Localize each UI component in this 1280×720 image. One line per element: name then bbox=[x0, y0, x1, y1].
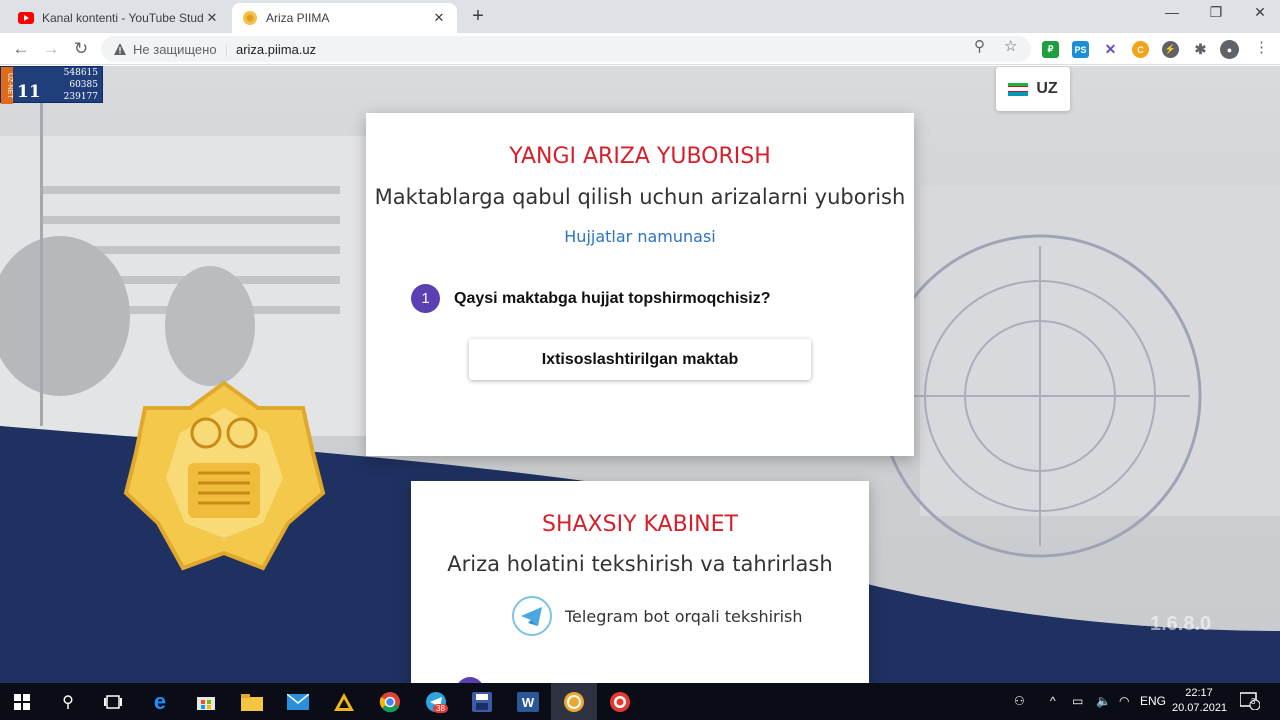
personal-cabinet-card: SHAXSIY KABINET Ariza holatini tekshiris… bbox=[411, 481, 869, 683]
url-separator: | bbox=[224, 41, 228, 57]
minimize-icon[interactable]: — bbox=[1150, 4, 1194, 20]
reload-icon[interactable]: ↻ bbox=[70, 38, 92, 60]
golden-emblem-icon bbox=[123, 380, 326, 571]
menu-dots-icon[interactable]: ⋮ bbox=[1254, 38, 1269, 56]
profile-avatar-icon[interactable]: ● bbox=[1220, 40, 1239, 59]
uzbekistan-flag-icon bbox=[1008, 82, 1029, 96]
bookmark-star-icon[interactable]: ☆ bbox=[1004, 37, 1017, 55]
telegram-icon bbox=[512, 596, 552, 636]
telegram-unread-badge: 38 bbox=[433, 704, 448, 713]
url-text: ariza.piima.uz bbox=[235, 41, 317, 57]
search-icon[interactable]: ⚲ bbox=[54, 688, 82, 716]
crossed-extension-icon[interactable]: ✕ bbox=[1102, 41, 1119, 58]
edge-icon[interactable]: e bbox=[146, 688, 174, 716]
coin-app-icon[interactable] bbox=[560, 688, 588, 716]
application-subheading: Maktablarga qabul qilish uchun arizalarn… bbox=[374, 185, 906, 209]
notification-count: 3 bbox=[1251, 697, 1256, 706]
tab-title: Ariza PIIMA bbox=[266, 11, 330, 25]
notification-center-icon[interactable]: 3 bbox=[1239, 692, 1261, 713]
bolt-extension-icon[interactable]: ⚡ bbox=[1162, 41, 1179, 58]
volume-icon[interactable]: 🔈 bbox=[1096, 694, 1111, 708]
store-icon[interactable] bbox=[192, 688, 220, 716]
record-app-icon[interactable] bbox=[606, 688, 634, 716]
clock-time: 22:17 bbox=[1185, 687, 1213, 699]
cabinet-heading: SHAXSIY KABINET bbox=[542, 512, 738, 537]
close-tab-icon[interactable]: ✕ bbox=[204, 10, 220, 26]
coin-extension-icon[interactable]: C bbox=[1132, 41, 1149, 58]
language-selector[interactable]: UZ bbox=[996, 67, 1070, 111]
tab-youtube-studio[interactable]: Kanal kontenti - YouTube Studio ✕ bbox=[8, 3, 230, 33]
chevron-up-icon[interactable]: ^ bbox=[1050, 694, 1056, 708]
cabinet-subheading: Ariza holatini tekshirish va tahrirlash bbox=[447, 552, 833, 576]
maximize-icon[interactable]: ❐ bbox=[1194, 4, 1238, 21]
counter-value: 239177 bbox=[63, 92, 98, 102]
word-icon[interactable]: W bbox=[514, 688, 542, 716]
security-status: Не защищено bbox=[133, 41, 217, 57]
piima-icon bbox=[242, 10, 258, 26]
new-application-card: YANGI ARIZA YUBORISH Maktablarga qabul q… bbox=[366, 113, 914, 456]
windows-start-icon[interactable] bbox=[8, 688, 36, 716]
file-explorer-icon[interactable] bbox=[238, 688, 266, 716]
task-view-icon[interactable] bbox=[99, 688, 127, 716]
svg-text:W: W bbox=[522, 695, 535, 710]
visitor-counter[interactable]: UZ-NET 11 548615 60385 239177 bbox=[0, 66, 103, 104]
forward-arrow-icon[interactable]: → bbox=[40, 38, 62, 60]
counter-today: 11 bbox=[17, 82, 41, 102]
back-arrow-icon[interactable]: ← bbox=[10, 38, 32, 60]
telegram-bot-link[interactable]: Telegram bot orqali tekshirish bbox=[511, 595, 803, 637]
windows-taskbar: ⚲ e 38 W ⚇ ^ ▭ 🔈 ◠ ENG 22:17 20.07.2021 bbox=[0, 683, 1280, 720]
people-icon[interactable]: ⚇ bbox=[1014, 694, 1025, 708]
counter-label: UZ-NET bbox=[1, 67, 13, 104]
plus-icon[interactable]: + bbox=[467, 5, 489, 28]
specialized-school-button[interactable]: Ixtisoslashtirilgan maktab bbox=[469, 339, 811, 380]
counter-value: 60385 bbox=[69, 80, 98, 90]
wifi-icon[interactable]: ◠ bbox=[1119, 694, 1129, 708]
battery-icon[interactable]: ▭ bbox=[1072, 694, 1083, 708]
browser-toolbar: ← → ↻ Не защищено | ariza.piima.uz ⚲ ☆ ₽… bbox=[0, 33, 1280, 65]
counter-value: 548615 bbox=[63, 68, 98, 78]
ruble-extension-icon[interactable]: ₽ bbox=[1042, 41, 1059, 58]
step-question: 1 Qaysi maktabga hujjat topshirmoqchisiz… bbox=[411, 284, 771, 313]
clock-date: 20.07.2021 bbox=[1172, 702, 1228, 714]
step-question-text: Qaysi maktabga hujjat topshirmoqchisiz? bbox=[454, 289, 771, 307]
ps-extension-icon[interactable]: PS bbox=[1072, 41, 1089, 58]
sample-documents-link[interactable]: Hujjatlar namunasi bbox=[366, 227, 914, 246]
browser-tab-bar: Kanal kontenti - YouTube Studio ✕ Ariza … bbox=[0, 0, 1280, 33]
step-number: 1 bbox=[411, 284, 440, 313]
triangle-app-icon[interactable] bbox=[330, 688, 358, 716]
system-clock[interactable]: 22:17 20.07.2021 bbox=[1172, 686, 1228, 716]
tab-ariza-piima[interactable]: Ariza PIIMA ✕ bbox=[232, 3, 457, 33]
page-content: UZ-NET 11 548615 60385 239177 UZ YANGI A… bbox=[0, 66, 1280, 683]
address-bar[interactable]: Не защищено | ariza.piima.uz bbox=[101, 36, 1031, 62]
warning-icon bbox=[114, 43, 126, 55]
mail-icon[interactable] bbox=[284, 688, 312, 716]
youtube-icon bbox=[18, 10, 34, 26]
close-icon[interactable]: ✕ bbox=[1238, 4, 1280, 21]
language-code: UZ bbox=[1036, 80, 1058, 97]
app-version: 1.6.8.0 bbox=[1150, 613, 1212, 635]
zoom-icon[interactable]: ⚲ bbox=[974, 37, 985, 55]
application-heading: YANGI ARIZA YUBORISH bbox=[509, 144, 771, 169]
save-app-icon[interactable] bbox=[468, 688, 496, 716]
close-tab-icon[interactable]: ✕ bbox=[431, 10, 447, 26]
puzzle-extension-icon[interactable]: ✱ bbox=[1192, 41, 1209, 58]
telegram-link-text: Telegram bot orqali tekshirish bbox=[565, 606, 803, 626]
input-language[interactable]: ENG bbox=[1140, 694, 1166, 708]
tab-title: Kanal kontenti - YouTube Studio bbox=[42, 11, 204, 25]
chrome-icon[interactable] bbox=[376, 688, 404, 716]
